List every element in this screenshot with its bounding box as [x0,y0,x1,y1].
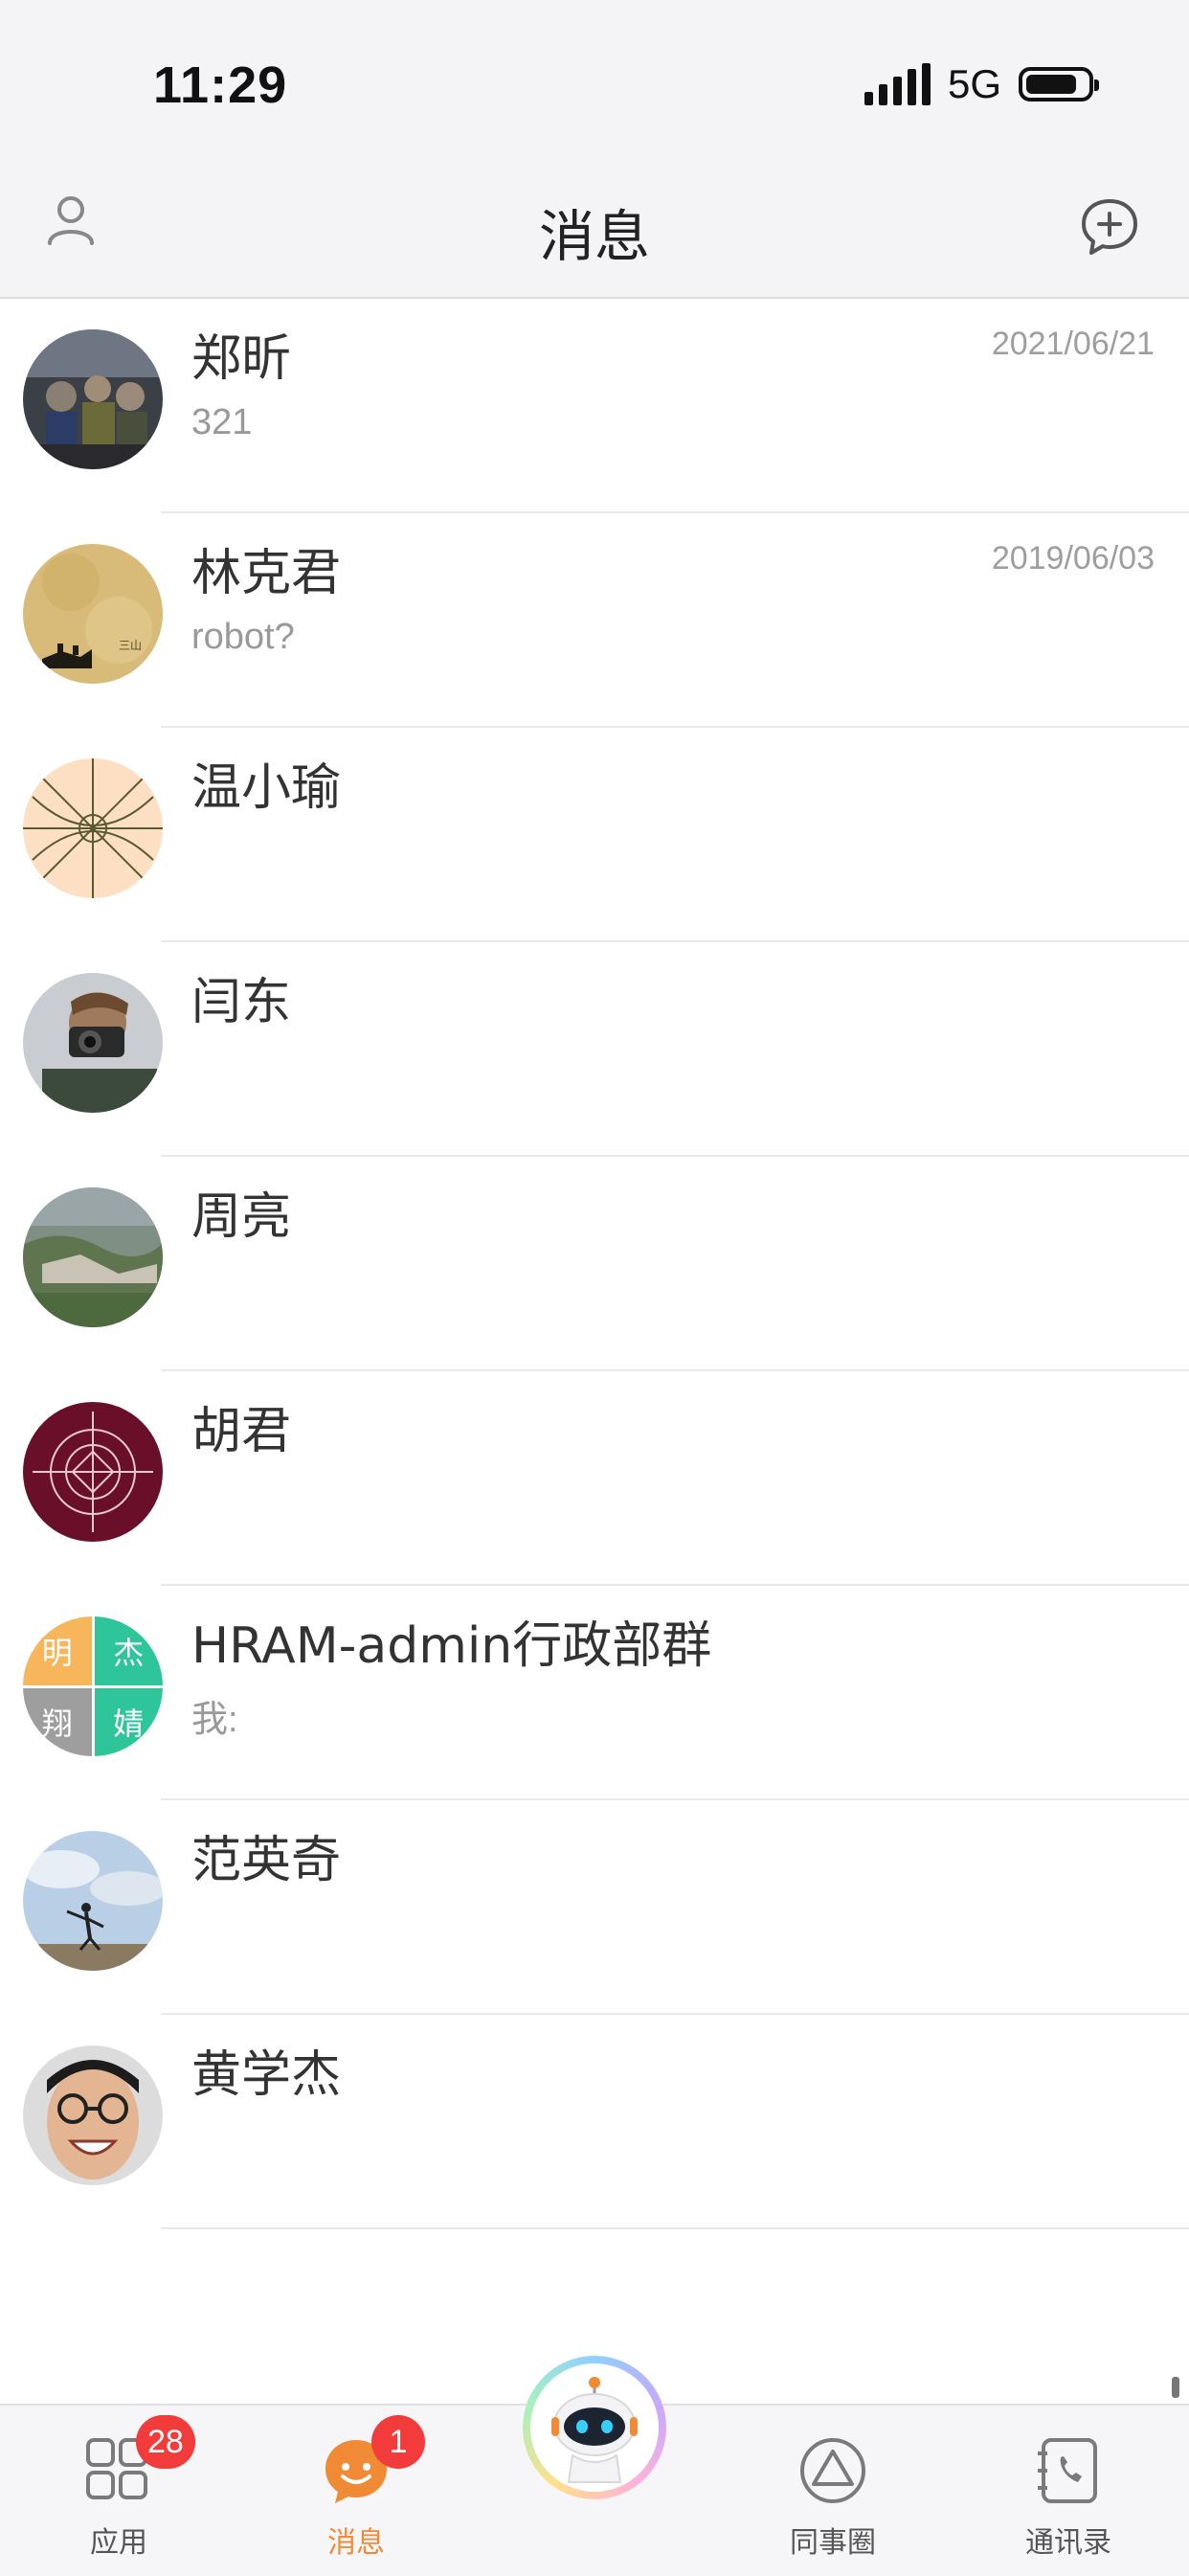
tab-apps[interactable]: 应用 28 [42,2406,195,2576]
signal-icon [864,63,931,105]
status-icons: 5G [864,61,1099,107]
message-date: 2021/06/21 [991,326,1155,362]
network-label: 5G [947,61,1001,106]
top-bar: 11:29 5G 消息 [0,0,1189,299]
unread-badge: 1 [371,2415,425,2469]
avatar[interactable] [23,329,163,469]
tab-label: 消息 [327,2526,385,2560]
conversation-row[interactable]: 范英奇 [0,1800,1189,2015]
group-member-tile: 翔 [23,1687,92,1756]
tab-colleague-circle[interactable]: 同事圈 [756,2406,909,2576]
conversation-row[interactable]: 三山 林克君 robot? 2019/06/03 [0,513,1189,728]
tab-label: 同事圈 [790,2526,876,2560]
new-chat-icon[interactable] [1080,197,1139,257]
avatar[interactable]: 三山 [23,544,163,684]
avatar[interactable] [23,1831,163,1971]
conversation-row[interactable]: 黄学杰 [0,2015,1189,2229]
message-preview: robot? [191,617,295,657]
avatar[interactable] [23,1402,163,1542]
svg-text:三山: 三山 [119,639,142,652]
contact-name: 范英奇 [191,1832,342,1889]
avatar[interactable] [23,758,163,898]
conversation-row[interactable]: 明 杰 翔 婧 HRAM-admin行政部群 我: [0,1586,1189,1800]
contact-name: 胡君 [191,1403,292,1460]
page-title: 消息 [538,204,650,269]
conversation-row[interactable]: 周亮 [0,1157,1189,1371]
avatar[interactable] [23,2045,163,2185]
conversation-row[interactable]: 闫东 [0,942,1189,1157]
tab-label: 通讯录 [1025,2526,1111,2560]
unread-badge: 28 [136,2415,195,2469]
message-preview: 321 [191,402,253,442]
triangle-circle-icon [796,2434,869,2507]
contact-name: 林克君 [191,545,342,602]
group-member-tile: 杰 [94,1616,163,1685]
conversation-row[interactable]: 胡君 [0,1371,1189,1586]
group-member-tile: 婧 [94,1687,163,1756]
contact-name: 郑昕 [191,330,292,388]
tab-contacts[interactable]: 通讯录 [992,2406,1145,2576]
conversation-row[interactable]: 温小瑜 [0,728,1189,942]
group-avatar[interactable]: 明 杰 翔 婧 [23,1616,163,1756]
contact-name: HRAM-admin行政部群 [191,1617,712,1675]
conversation-row[interactable]: 郑昕 321 2021/06/21 [0,299,1189,513]
contact-name: 周亮 [191,1188,292,1246]
avatar[interactable] [23,973,163,1113]
contact-name: 黄学杰 [191,2046,342,2104]
robot-assistant-button[interactable] [523,2356,666,2499]
conversation-list: 郑昕 321 2021/06/21 三山 林克君 robot? 2019/06/… [0,299,1189,2229]
tab-messages[interactable]: 消息 1 [280,2406,433,2576]
contact-name: 温小瑜 [191,759,342,817]
tab-label: 应用 [90,2526,147,2560]
group-member-tile: 明 [23,1616,92,1685]
contact-name: 闫东 [191,974,292,1031]
robot-assistant-icon [530,2363,659,2492]
avatar[interactable] [23,1187,163,1327]
message-date: 2019/06/03 [991,540,1155,576]
battery-icon [1019,67,1099,102]
status-time: 11:29 [153,56,288,114]
message-preview: 我: [191,1700,238,1740]
scroll-indicator[interactable] [1172,2377,1179,2398]
phone-book-icon [1032,2434,1105,2507]
